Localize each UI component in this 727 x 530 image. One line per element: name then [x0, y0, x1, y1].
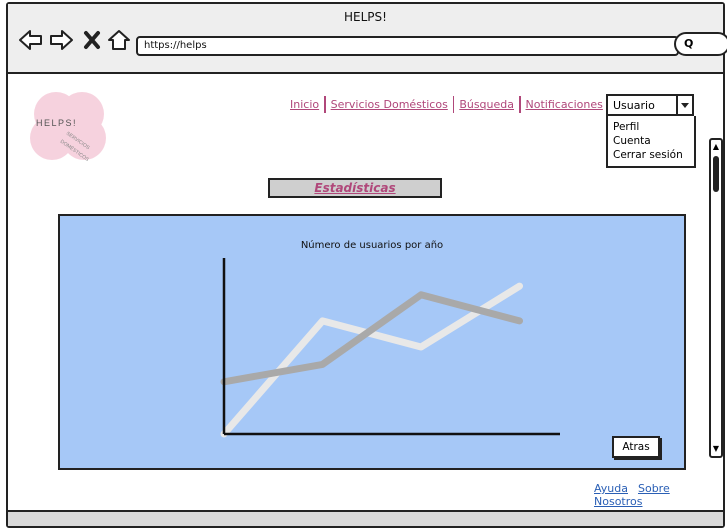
scroll-down-icon[interactable]: ▼ — [712, 444, 720, 454]
nav-busqueda[interactable]: Búsqueda — [455, 98, 518, 111]
home-icon[interactable] — [106, 28, 132, 52]
user-dropdown-label: Usuario — [613, 99, 655, 112]
close-icon[interactable] — [80, 28, 106, 52]
nav-separator — [519, 96, 521, 113]
nav-separator — [324, 96, 326, 113]
search-icon: Q — [684, 37, 694, 50]
user-dropdown[interactable]: Usuario — [606, 94, 694, 116]
main-nav: Inicio Servicios Domésticos Búsqueda Notifi… — [286, 96, 610, 113]
browser-titlebar: HELPS! https://helps Q — [8, 4, 727, 74]
user-dropdown-menu: Perfil Cuenta Cerrar sesión — [606, 116, 696, 168]
url-bar[interactable]: https://helps — [136, 36, 679, 56]
nav-servicios[interactable]: Servicios Domésticos — [327, 98, 452, 111]
back-button[interactable]: Atras — [612, 436, 660, 458]
footer-links: Ayuda Sobre Nosotros — [594, 482, 727, 508]
menu-item-cerrar-sesion[interactable]: Cerrar sesión — [613, 148, 689, 162]
back-arrow-icon[interactable] — [18, 28, 44, 52]
nav-inicio[interactable]: Inicio — [286, 98, 323, 111]
forward-arrow-icon[interactable] — [48, 28, 74, 52]
chevron-down-icon[interactable] — [676, 96, 692, 114]
menu-item-perfil[interactable]: Perfil — [613, 120, 689, 134]
search-button[interactable]: Q — [674, 32, 727, 56]
scrollbar-thumb[interactable] — [713, 156, 719, 192]
section-title-link[interactable]: Estadísticas — [314, 181, 395, 195]
series-line-2 — [220, 291, 524, 386]
window-title: HELPS! — [344, 10, 387, 24]
helps-logo: HELPS! SERVICIOS DOMÉSTICOS — [30, 92, 106, 163]
vertical-scrollbar[interactable]: ▲ ▼ — [709, 138, 723, 458]
browser-statusbar — [8, 510, 723, 526]
svg-text:HELPS!: HELPS! — [36, 118, 77, 128]
footer-link-ayuda[interactable]: Ayuda — [594, 482, 628, 495]
section-title: Estadísticas — [268, 178, 442, 198]
nav-notificaciones[interactable]: Notificaciones — [522, 98, 607, 111]
scroll-up-icon[interactable]: ▲ — [712, 142, 720, 152]
chart-panel: Número de usuarios por año — [58, 214, 686, 470]
menu-item-cuenta[interactable]: Cuenta — [613, 134, 689, 148]
line-chart — [220, 258, 560, 438]
